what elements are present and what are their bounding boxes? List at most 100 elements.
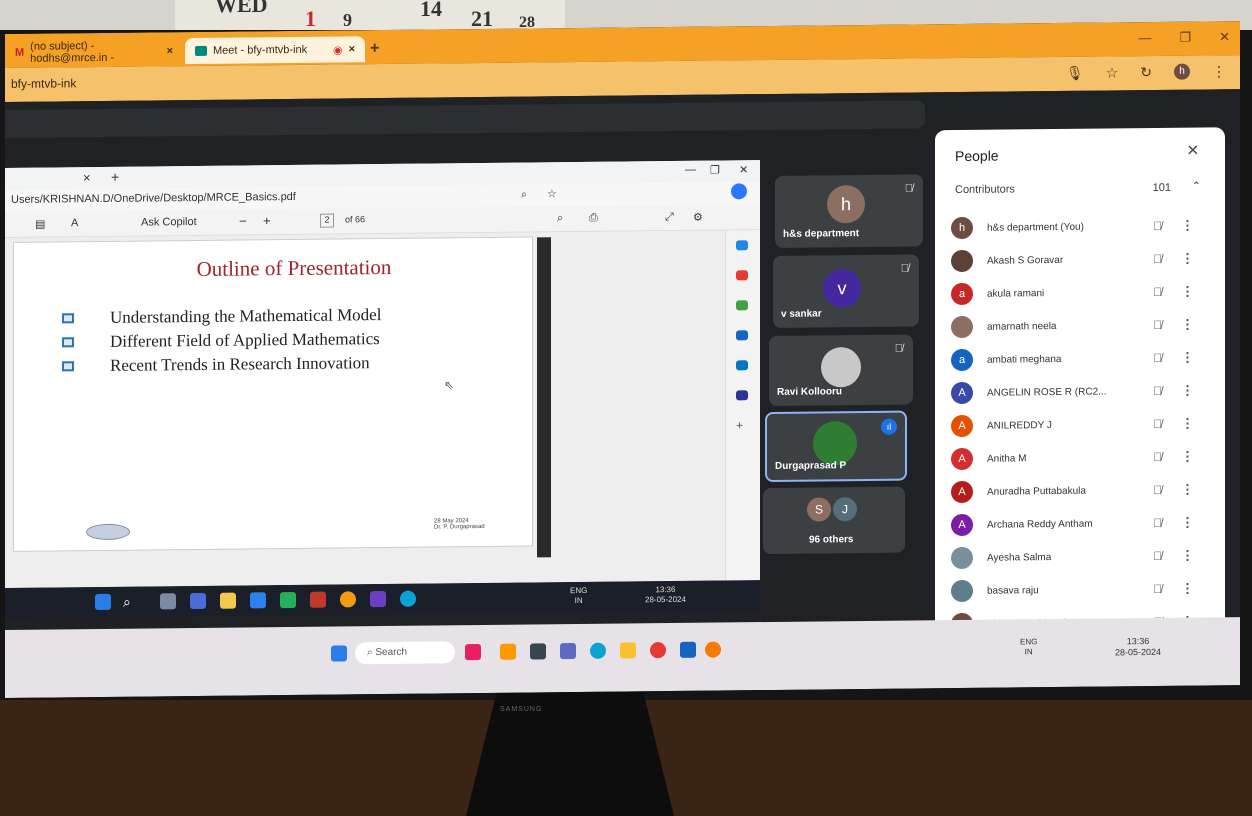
more-options-icon[interactable]: ⋮: [1181, 383, 1194, 399]
folder-icon[interactable]: [620, 642, 636, 659]
windows-start-icon[interactable]: [95, 593, 111, 611]
close-icon[interactable]: ×: [1187, 139, 1199, 162]
sidebar-app-icon[interactable]: [736, 390, 748, 401]
tab-meet[interactable]: Meet - bfy-mtvb-ink ◉ ×: [185, 36, 365, 65]
participant-row[interactable]: a ambati meghana 🎙̸ ⋮: [951, 343, 1206, 374]
fullscreen-icon[interactable]: ⤢: [665, 211, 674, 224]
sidebar-app-icon[interactable]: [736, 240, 748, 251]
copilot-icon[interactable]: [731, 183, 747, 200]
chrome-icon[interactable]: [705, 641, 721, 658]
participant-row[interactable]: amarnath neela 🎙̸ ⋮: [951, 310, 1206, 341]
sidebar-app-icon[interactable]: [736, 330, 748, 341]
favorite-star-icon[interactable]: ☆: [547, 187, 557, 200]
add-tab-icon[interactable]: +: [111, 169, 119, 185]
participant-row[interactable]: h h&s department (You) 🎙̸ ⋮: [951, 211, 1206, 242]
participant-tile-speaking[interactable]: ıl Durgaprasad P: [765, 410, 907, 483]
participant-row[interactable]: Akash S Goravar 🎙̸ ⋮: [951, 244, 1206, 275]
close-icon[interactable]: ×: [349, 43, 355, 55]
app-icon[interactable]: [370, 591, 386, 608]
more-options-icon[interactable]: ⋮: [1181, 317, 1194, 333]
chrome-icon[interactable]: [650, 642, 666, 659]
sidebar-app-icon[interactable]: [736, 270, 748, 281]
new-tab-button[interactable]: +: [370, 40, 379, 58]
app-icon[interactable]: [500, 643, 516, 660]
teams-icon[interactable]: [560, 643, 576, 660]
page-number-input[interactable]: 2: [320, 213, 334, 228]
more-options-icon[interactable]: ⋮: [1181, 482, 1194, 498]
restore-icon[interactable]: ❐: [710, 164, 720, 177]
sidebar-app-icon[interactable]: [736, 300, 748, 311]
more-options-icon[interactable]: ⋮: [1181, 218, 1194, 234]
app-icon[interactable]: [280, 591, 296, 609]
mic-icon[interactable]: 🎙: [1066, 65, 1084, 82]
search-icon[interactable]: ⌕: [521, 189, 527, 202]
app-icon[interactable]: [530, 643, 546, 660]
close-icon[interactable]: ×: [83, 170, 91, 185]
app-icon[interactable]: [160, 593, 176, 610]
minimize-icon[interactable]: —: [685, 164, 696, 176]
participant-row[interactable]: A Anitha M 🎙̸ ⋮: [951, 442, 1206, 473]
taskbar-search[interactable]: ⌕ Search: [355, 641, 455, 665]
app-icon[interactable]: [680, 641, 696, 658]
search-icon[interactable]: ⌕: [557, 212, 563, 225]
more-options-icon[interactable]: ⋮: [1181, 416, 1194, 432]
edge-icon[interactable]: [590, 642, 606, 659]
clock[interactable]: 13:36 28-05-2024: [1115, 636, 1161, 658]
participant-row[interactable]: basava raju 🎙̸ ⋮: [951, 574, 1206, 605]
participant-tile[interactable]: v 🎙̸ v sankar: [773, 254, 919, 328]
app-icon[interactable]: [310, 591, 326, 608]
participant-name: Durgaprasad P: [775, 460, 847, 472]
participant-row[interactable]: A ANGELIN ROSE R (RC2... 🎙̸ ⋮: [951, 376, 1206, 407]
pdf-scrollbar[interactable]: [537, 237, 551, 558]
zoom-out-button[interactable]: −: [239, 213, 247, 228]
file-path[interactable]: Users/KRISHNAN.D/OneDrive/Desktop/MRCE_B…: [11, 191, 296, 206]
edge-icon[interactable]: [400, 590, 416, 607]
ask-copilot-button[interactable]: Ask Copilot: [141, 216, 197, 229]
url-field[interactable]: bfy-mtvb-ink: [11, 76, 76, 91]
more-options-icon[interactable]: ⋮: [1181, 284, 1194, 300]
app-icon[interactable]: [250, 592, 266, 609]
muted-mic-icon: 🎙̸: [1153, 482, 1162, 497]
print-icon[interactable]: ⎙: [589, 212, 598, 225]
restore-icon[interactable]: ❐: [1179, 30, 1191, 46]
close-icon[interactable]: ×: [167, 45, 173, 57]
more-options-icon[interactable]: ⋮: [1181, 449, 1194, 465]
chevron-up-icon[interactable]: ⌃: [1192, 179, 1201, 192]
participant-row[interactable]: A ANILREDDY J 🎙̸ ⋮: [951, 409, 1206, 440]
history-icon[interactable]: ↻: [1140, 64, 1152, 81]
add-icon[interactable]: +: [736, 418, 743, 432]
participant-row[interactable]: a akula ramani 🎙̸ ⋮: [951, 277, 1206, 308]
tab-gmail[interactable]: M (no subject) - hodhs@mrce.in - ×: [5, 38, 183, 66]
more-options-icon[interactable]: ⋮: [1181, 548, 1194, 564]
participant-row[interactable]: Ayesha Salma 🎙̸ ⋮: [951, 541, 1206, 572]
zoom-in-button[interactable]: +: [263, 213, 271, 228]
participant-row[interactable]: A Anuradha Puttabakula 🎙̸ ⋮: [951, 475, 1206, 506]
more-options-icon[interactable]: ⋮: [1181, 515, 1194, 531]
others-tile[interactable]: S J 96 others: [763, 486, 905, 555]
participant-row[interactable]: A Archana Reddy Antham 🎙̸ ⋮: [951, 508, 1206, 539]
chrome-icon[interactable]: [340, 591, 356, 608]
more-options-icon[interactable]: ⋮: [1181, 350, 1194, 366]
participant-name: Archana Reddy Antham: [987, 518, 1093, 531]
contributors-header[interactable]: Contributors 101 ⌃: [955, 179, 1205, 196]
language-indicator[interactable]: ENG IN: [1020, 637, 1037, 657]
search-icon[interactable]: ⌕: [123, 594, 139, 610]
more-options-icon[interactable]: ⋮: [1181, 251, 1194, 267]
app-icon[interactable]: [465, 644, 481, 661]
close-window-icon[interactable]: ✕: [739, 163, 748, 176]
settings-gear-icon[interactable]: ⚙: [693, 211, 703, 224]
folder-icon[interactable]: [220, 592, 236, 609]
menu-kebab-icon[interactable]: ⋮: [1212, 63, 1226, 80]
windows-start-icon[interactable]: [331, 645, 347, 662]
close-window-icon[interactable]: ✕: [1219, 29, 1230, 45]
participant-tile[interactable]: h 🎙̸ h&s department: [775, 174, 923, 248]
contents-icon[interactable]: ▤: [35, 218, 45, 231]
sidebar-app-icon[interactable]: [736, 360, 748, 371]
app-icon[interactable]: [190, 592, 206, 610]
profile-avatar[interactable]: h: [1174, 63, 1190, 80]
more-options-icon[interactable]: ⋮: [1181, 581, 1194, 597]
minimize-icon[interactable]: —: [1138, 30, 1151, 46]
participant-tile[interactable]: 🎙̸ Ravi Kollooru: [769, 334, 913, 406]
bookmark-star-icon[interactable]: ☆: [1106, 64, 1119, 81]
read-aloud-icon[interactable]: A: [71, 217, 78, 229]
